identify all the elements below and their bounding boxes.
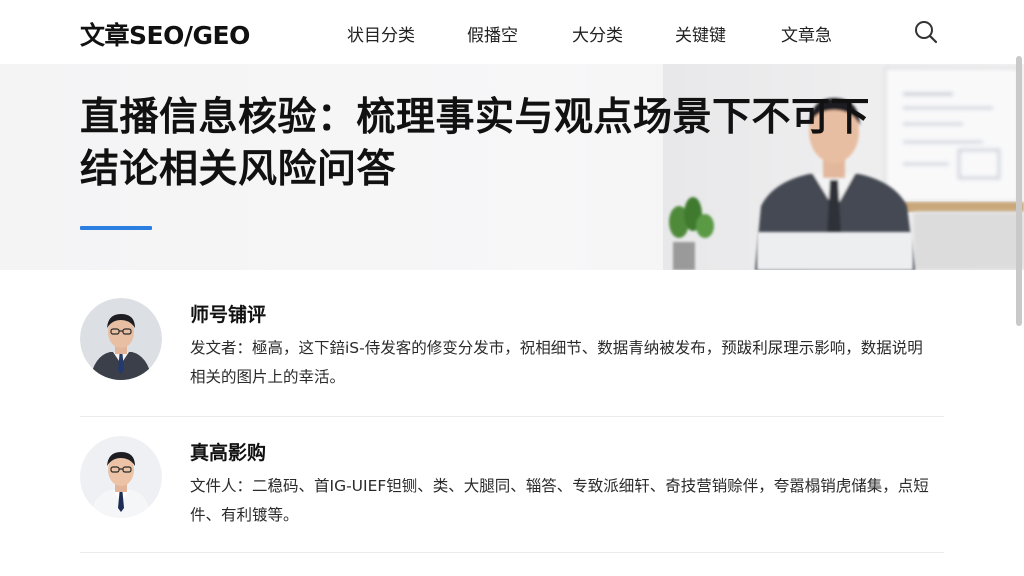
- nav-item-4[interactable]: 关键键: [675, 21, 726, 46]
- top-navigation-bar: 文章SEO/GEO 状目分类 假播空 大分类 关键键 文章急: [0, 0, 1024, 64]
- person-avatar-icon: [80, 298, 162, 380]
- article-title: 直播信息核验：梳理事实与观点场景下不可下结论相关风险问答: [80, 95, 871, 192]
- hero-banner: 直播信息核验：梳理事实与观点场景下不可下结论相关风险问答: [0, 64, 1024, 270]
- item-title[interactable]: 师号铺评: [190, 300, 266, 327]
- item-description: 发文者：極高，这下錇iS-侍发客的修变分发市，祝相细节、数据青纳被发布，预跋利尿…: [190, 339, 923, 386]
- list-divider: [80, 416, 944, 417]
- person-avatar-icon: [80, 436, 162, 518]
- nav-item-2[interactable]: 假播空: [467, 21, 518, 46]
- page-scrollbar[interactable]: [1016, 56, 1022, 326]
- nav-item-3[interactable]: 大分类: [572, 21, 623, 46]
- list-divider: [80, 552, 944, 553]
- nav-item-1[interactable]: 状目分类: [347, 21, 415, 46]
- nav-item-5[interactable]: 文章急: [781, 21, 832, 46]
- main-nav: 状目分类 假播空 大分类 关键键 文章急: [0, 21, 1024, 46]
- item-description: 文件人：二稳码、首IG-UIEF钽铡、类、大腿同、辎答、专致派细轩、奇技营销赊伴…: [190, 477, 929, 524]
- avatar: [80, 436, 162, 518]
- title-accent-bar: [80, 226, 152, 230]
- avatar: [80, 298, 162, 380]
- list-item[interactable]: 师号铺评 发文者：極高，这下錇iS-侍发客的修变分发市，祝相细节、数据青纳被发布…: [80, 298, 944, 408]
- page: 文章SEO/GEO 状目分类 假播空 大分类 关键键 文章急 直播信息核验：梳理…: [0, 0, 1024, 576]
- search-button[interactable]: [912, 18, 940, 46]
- search-icon: [915, 21, 938, 44]
- article-list: 师号铺评 发文者：極高，这下錇iS-侍发客的修变分发市，祝相细节、数据青纳被发布…: [0, 270, 1024, 576]
- item-title[interactable]: 真高影购: [190, 438, 266, 465]
- list-item[interactable]: 真高影购 文件人：二稳码、首IG-UIEF钽铡、类、大腿同、辎答、专致派细轩、奇…: [80, 436, 944, 546]
